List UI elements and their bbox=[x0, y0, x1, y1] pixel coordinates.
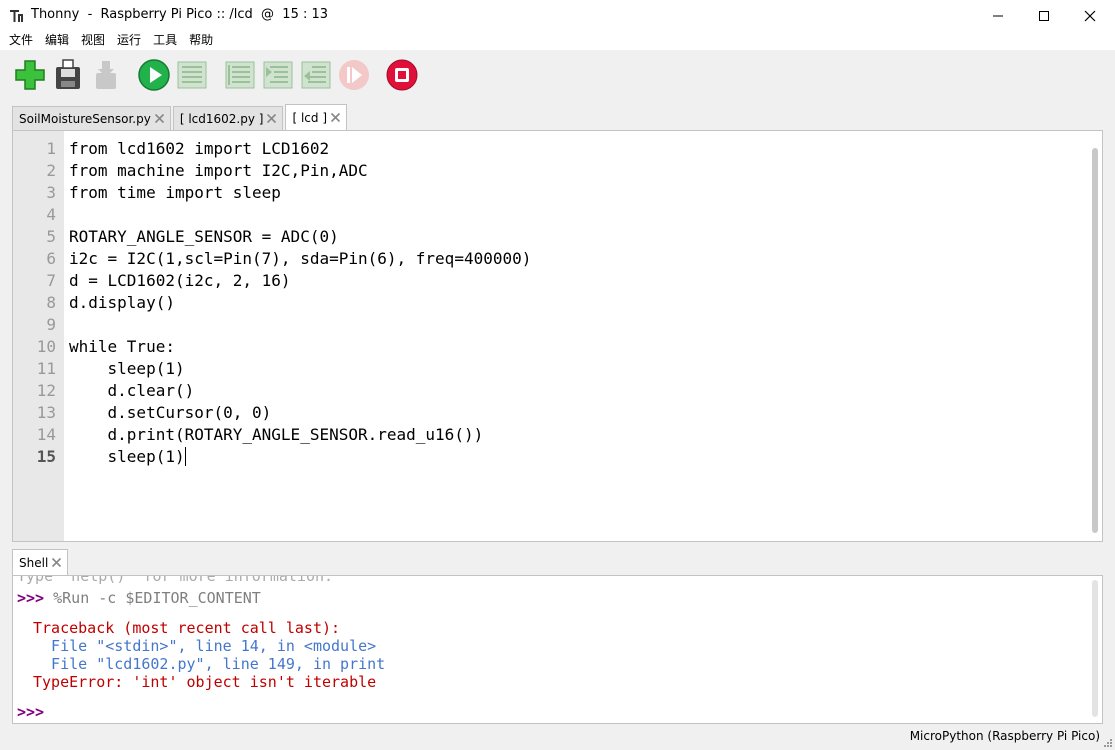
menu-tools[interactable]: 工具 bbox=[148, 31, 182, 50]
tab-soil-moisture-sensor[interactable]: SoilMoistureSensor.py bbox=[12, 106, 171, 130]
stop-button[interactable] bbox=[384, 57, 420, 93]
thonny-logo-icon bbox=[10, 10, 23, 22]
resize-grip-icon[interactable] bbox=[1103, 738, 1113, 748]
step-out-icon bbox=[301, 61, 331, 89]
download-icon bbox=[96, 61, 116, 89]
text-caret bbox=[184, 447, 186, 466]
code-line[interactable]: i2c = I2C(1,scl=Pin(7), sda=Pin(6), freq… bbox=[69, 248, 531, 270]
code-line[interactable]: ROTARY_ANGLE_SENSOR = ADC(0) bbox=[69, 226, 339, 248]
code-line[interactable]: from machine import I2C,Pin,ADC bbox=[69, 160, 368, 182]
traceback-frame[interactable]: File "<stdin>", line 14, in <module> bbox=[33, 637, 376, 655]
menu-help[interactable]: 帮助 bbox=[184, 31, 218, 50]
status-bar: MicroPython (Raspberry Pi Pico) bbox=[0, 726, 1115, 750]
run-icon bbox=[138, 59, 170, 91]
tab-label: SoilMoistureSensor.py bbox=[19, 111, 151, 126]
code-line[interactable]: d.clear() bbox=[69, 380, 195, 402]
window-title: Thonny - Raspberry Pi Pico :: /lcd @ 15 … bbox=[31, 7, 329, 22]
minimize-button[interactable] bbox=[975, 0, 1021, 31]
close-icon bbox=[1084, 10, 1096, 21]
menu-file[interactable]: 文件 bbox=[4, 31, 38, 50]
line-number: 12 bbox=[36, 381, 56, 400]
traceback-header: Traceback (most recent call last): bbox=[33, 619, 341, 637]
shell-console[interactable]: Type "help()" for more information. >>> … bbox=[12, 575, 1103, 724]
tab-label: [ lcd1602.py ] bbox=[179, 111, 264, 126]
step-over-icon bbox=[225, 61, 255, 89]
run-button[interactable] bbox=[136, 57, 172, 93]
minimize-icon bbox=[993, 15, 1003, 16]
menu-edit[interactable]: 编辑 bbox=[40, 31, 74, 50]
error-message: TypeError: 'int' object isn't iterable bbox=[33, 673, 377, 691]
code-line[interactable]: d = LCD1602(i2c, 2, 16) bbox=[69, 270, 291, 292]
code-line[interactable]: d.print(ROTARY_ANGLE_SENSOR.read_u16()) bbox=[69, 424, 484, 446]
maximize-button[interactable] bbox=[1021, 0, 1067, 31]
code-line-text: sleep(1) bbox=[69, 447, 185, 466]
menu-view[interactable]: 视图 bbox=[76, 31, 110, 50]
close-tab-icon[interactable] bbox=[51, 557, 62, 568]
debug-icon bbox=[177, 61, 207, 89]
shell-info-line: Type "help()" for more information. bbox=[17, 575, 334, 585]
tab-shell[interactable]: Shell bbox=[12, 549, 69, 575]
tab-lcd[interactable]: [ lcd ] bbox=[285, 104, 348, 130]
line-number: 3 bbox=[46, 183, 56, 202]
shell-command-line: >>> %Run -c $EDITOR_CONTENT bbox=[17, 589, 261, 607]
line-number-gutter: 1 2 3 4 5 6 7 8 9 10 11 12 13 14 15 bbox=[13, 131, 64, 541]
download-button[interactable] bbox=[88, 57, 124, 93]
tab-lcd1602-py[interactable]: [ lcd1602.py ] bbox=[172, 106, 284, 130]
menu-bar: 文件 编辑 视图 运行 工具 帮助 bbox=[0, 31, 1115, 50]
line-number: 2 bbox=[46, 161, 56, 180]
line-number-current: 15 bbox=[36, 447, 56, 466]
step-into-button[interactable] bbox=[260, 57, 296, 93]
line-number: 11 bbox=[36, 359, 56, 378]
line-number: 1 bbox=[46, 139, 56, 158]
new-file-icon bbox=[15, 60, 45, 90]
step-over-button[interactable] bbox=[222, 57, 258, 93]
line-number: 9 bbox=[46, 315, 56, 334]
shell-input-prompt[interactable]: >>> bbox=[17, 703, 44, 721]
step-into-icon bbox=[263, 61, 293, 89]
line-number: 14 bbox=[36, 425, 56, 444]
code-line[interactable]: sleep(1) bbox=[69, 358, 185, 380]
code-line[interactable]: while True: bbox=[69, 336, 175, 358]
tab-label: Shell bbox=[19, 555, 49, 570]
debug-button[interactable] bbox=[174, 57, 210, 93]
line-number: 6 bbox=[46, 249, 56, 268]
shell-command: %Run -c $EDITOR_CONTENT bbox=[44, 589, 261, 607]
code-line-current[interactable]: sleep(1) bbox=[69, 446, 186, 468]
code-line[interactable]: from time import sleep bbox=[69, 182, 281, 204]
line-number: 10 bbox=[36, 337, 56, 356]
line-number: 5 bbox=[46, 227, 56, 246]
code-line[interactable]: d.setCursor(0, 0) bbox=[69, 402, 272, 424]
resume-button[interactable] bbox=[336, 57, 372, 93]
new-file-button[interactable] bbox=[12, 57, 48, 93]
close-window-button[interactable] bbox=[1067, 0, 1113, 31]
code-line[interactable]: d.display() bbox=[69, 292, 175, 314]
close-tab-icon[interactable] bbox=[266, 113, 277, 124]
save-icon bbox=[56, 59, 80, 89]
menu-run[interactable]: 运行 bbox=[112, 31, 146, 50]
editor-scrollbar[interactable] bbox=[1092, 148, 1098, 533]
save-button[interactable] bbox=[50, 57, 86, 93]
line-number: 7 bbox=[46, 271, 56, 290]
code-editor[interactable]: 1 2 3 4 5 6 7 8 9 10 11 12 13 14 15 from… bbox=[12, 130, 1103, 542]
line-number: 4 bbox=[46, 205, 56, 224]
stop-icon bbox=[386, 59, 418, 91]
close-tab-icon[interactable] bbox=[154, 113, 165, 124]
close-tab-icon[interactable] bbox=[330, 112, 341, 123]
line-number: 13 bbox=[36, 403, 56, 422]
toolbar bbox=[0, 52, 1115, 98]
interpreter-selector[interactable]: MicroPython (Raspberry Pi Pico) bbox=[910, 729, 1100, 743]
tab-label: [ lcd ] bbox=[292, 110, 328, 125]
title-bar: Thonny - Raspberry Pi Pico :: /lcd @ 15 … bbox=[0, 0, 1115, 31]
code-line[interactable]: from lcd1602 import LCD1602 bbox=[69, 138, 329, 160]
maximize-icon bbox=[1039, 10, 1049, 21]
traceback-frame[interactable]: File "lcd1602.py", line 149, in print bbox=[33, 655, 385, 673]
resume-icon bbox=[339, 60, 369, 90]
shell-scrollbar[interactable] bbox=[1092, 580, 1098, 717]
line-number: 8 bbox=[46, 293, 56, 312]
shell-prompt: >>> bbox=[17, 589, 45, 607]
editor-tabs: SoilMoistureSensor.py [ lcd1602.py ] [ l… bbox=[12, 104, 349, 130]
step-out-button[interactable] bbox=[298, 57, 334, 93]
